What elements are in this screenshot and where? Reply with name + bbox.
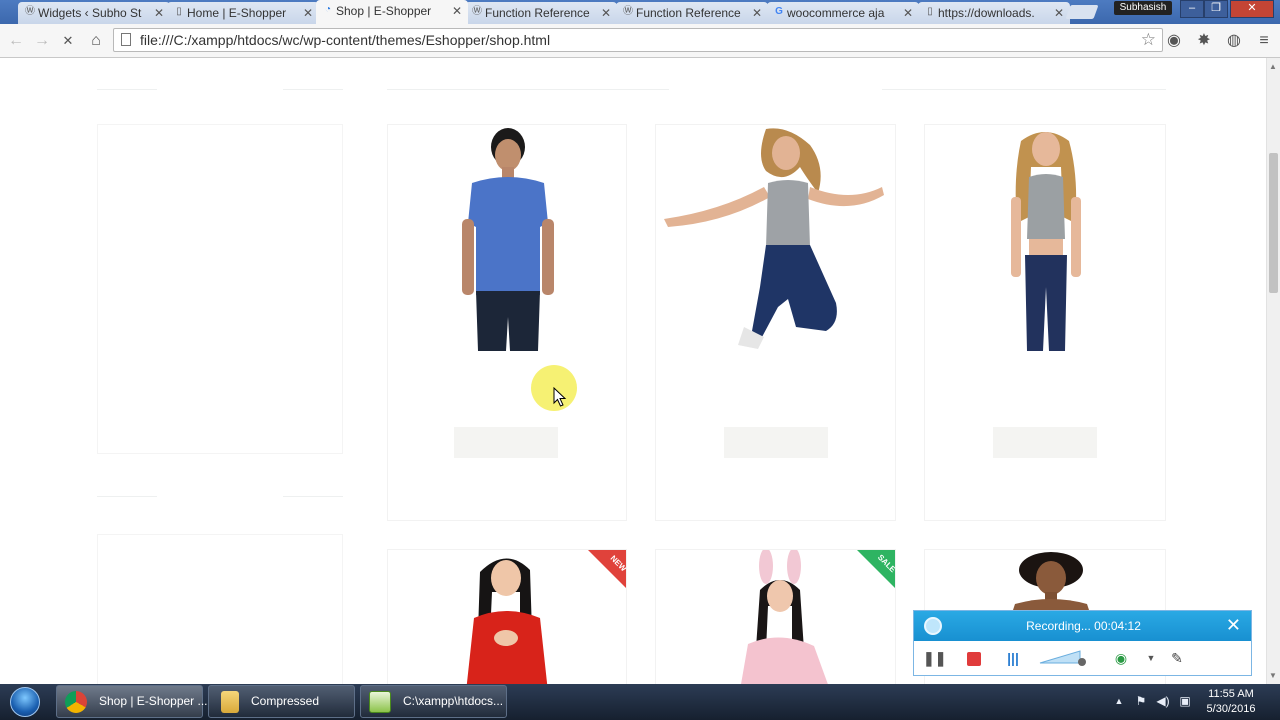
notepad-icon	[369, 691, 391, 713]
menu-icon[interactable]: ≡	[1254, 31, 1274, 51]
volume-icon[interactable]: ◀)	[1156, 694, 1170, 708]
product-image-woman-bunny	[741, 550, 828, 684]
product-card[interactable]: SALE	[655, 549, 896, 684]
screen-recorder-widget: Recording... 00:04:12 ✕ ❚❚ ||| ◉ ▼ ✎	[913, 610, 1252, 676]
taskbar-item-chrome[interactable]: Shop | E-Shopper ...	[56, 685, 208, 718]
profile-button[interactable]: Subhasish	[1114, 1, 1172, 15]
product-image-woman-jumping	[664, 128, 884, 349]
wordpress-icon: Ⓦ	[25, 6, 35, 17]
divider	[97, 89, 157, 90]
taskbar-item-explorer[interactable]: Compressed	[208, 685, 355, 718]
stop-icon[interactable]	[963, 647, 985, 669]
url-text[interactable]: file:///C:/xampp/htdocs/wc/wp-content/th…	[140, 29, 550, 51]
divider	[283, 89, 343, 90]
product-image-man	[462, 128, 554, 351]
maximize-icon[interactable]: ❐	[1204, 0, 1228, 18]
close-tab-icon[interactable]: ✕	[752, 6, 762, 20]
system-clock[interactable]: 11:55 AM 5/30/2016	[1200, 687, 1262, 717]
stop-loading-icon[interactable]: ✕	[58, 31, 78, 51]
product-card[interactable]	[655, 124, 896, 521]
taskbar-item-notepad[interactable]: C:\xampp\htdocs...	[360, 685, 507, 718]
close-tab-icon[interactable]: ✕	[452, 4, 462, 18]
close-tab-icon[interactable]: ✕	[303, 6, 313, 20]
close-tab-icon[interactable]: ✕	[601, 6, 611, 20]
bookmark-star-icon[interactable]: ☆	[1141, 30, 1156, 50]
page-icon: ▯	[176, 6, 182, 17]
tab-home-eshopper[interactable]: ▯ Home | E-Shopper ✕	[167, 2, 319, 24]
product-card[interactable]: NEW	[387, 549, 627, 684]
minimize-icon[interactable]: ‒	[1180, 0, 1204, 18]
pencil-icon[interactable]: ✎	[1166, 647, 1188, 669]
close-tab-icon[interactable]: ✕	[1054, 6, 1064, 20]
back-icon[interactable]: ←	[6, 31, 26, 51]
wordpress-icon: Ⓦ	[472, 6, 482, 17]
add-to-cart-button[interactable]	[454, 427, 558, 458]
scroll-down-icon[interactable]: ▼	[1269, 671, 1277, 680]
tab-function-reference-1[interactable]: Ⓦ Function Reference ✕	[465, 2, 617, 24]
windows-taskbar: Shop | E-Shopper ... Compressed C:\xampp…	[0, 684, 1280, 720]
pause-icon[interactable]: ❚❚	[923, 647, 946, 669]
forward-icon[interactable]: →	[32, 31, 52, 51]
folder-icon	[221, 691, 239, 713]
sale-badge: SALE	[857, 550, 895, 588]
recording-status: Recording... 00:04:12	[1026, 619, 1141, 633]
browser-toolbar: ← → ✕ ⌂ file:///C:/xampp/htdocs/wc/wp-co…	[0, 24, 1280, 58]
product-image-woman-standing	[1011, 132, 1081, 351]
chevron-down-icon[interactable]: ▼	[1140, 647, 1162, 669]
extension-globe-icon[interactable]: ◍	[1224, 31, 1244, 51]
page-icon	[121, 33, 131, 46]
wordpress-icon: Ⓦ	[623, 6, 633, 17]
windows-start-icon	[10, 687, 40, 717]
add-to-cart-button[interactable]	[724, 427, 828, 458]
google-icon: G	[775, 6, 783, 17]
address-bar[interactable]: file:///C:/xampp/htdocs/wc/wp-content/th…	[113, 28, 1163, 52]
mouse-cursor-icon	[553, 387, 567, 407]
tab-function-reference-2[interactable]: Ⓦ Function Reference ✕	[616, 2, 768, 24]
tab-shop-eshopper[interactable]: ◔ Shop | E-Shopper ✕	[316, 0, 468, 24]
volume-slider[interactable]	[1038, 647, 1088, 669]
sidebar-panel	[97, 124, 343, 454]
close-tab-icon[interactable]: ✕	[903, 6, 913, 20]
product-image-woman-red-dress	[466, 558, 548, 684]
new-badge: NEW	[588, 550, 626, 588]
divider	[387, 89, 669, 90]
add-to-cart-button[interactable]	[993, 427, 1097, 458]
window-close-icon[interactable]: ✕	[1230, 0, 1274, 18]
close-tab-icon[interactable]: ✕	[154, 6, 164, 20]
product-card[interactable]	[924, 124, 1166, 521]
chrome-icon	[65, 691, 87, 713]
scrollbar-thumb[interactable]	[1269, 153, 1278, 293]
tab-widgets[interactable]: Ⓦ Widgets ‹ Subho St ✕	[18, 2, 170, 24]
tab-downloads[interactable]: ▯ https://downloads. ✕	[918, 2, 1070, 24]
action-center-icon[interactable]: ⚑	[1134, 694, 1148, 708]
page-icon: ▯	[927, 6, 933, 17]
scroll-up-icon[interactable]: ▲	[1269, 62, 1277, 71]
webcam-icon[interactable]: ◉	[1110, 647, 1132, 669]
recorder-controls: ❚❚ ||| ◉ ▼ ✎	[914, 641, 1251, 675]
recorder-header: Recording... 00:04:12 ✕	[914, 611, 1251, 641]
shop-page: NEW SALE	[0, 58, 1266, 684]
product-card[interactable]	[387, 124, 627, 521]
divider	[283, 496, 343, 497]
browser-tab-strip: Ⓦ Widgets ‹ Subho St ✕ ▯ Home | E-Shoppe…	[0, 0, 1280, 24]
audio-levels-icon[interactable]: |||	[1002, 647, 1024, 669]
extension-puzzle-icon[interactable]: ✸	[1194, 31, 1214, 51]
divider	[97, 496, 157, 497]
start-button[interactable]	[4, 685, 46, 719]
close-icon[interactable]: ✕	[1226, 615, 1241, 635]
sidebar-panel	[97, 534, 343, 684]
tray-expand-icon[interactable]: ▲	[1112, 694, 1126, 708]
home-icon[interactable]: ⌂	[86, 31, 106, 51]
network-icon[interactable]: ▣	[1178, 694, 1192, 708]
extension-icon[interactable]: ◉	[1164, 31, 1184, 51]
loading-icon: ◔	[324, 4, 332, 15]
divider	[882, 89, 1166, 90]
page-scrollbar[interactable]: ▲ ▼	[1266, 58, 1280, 684]
tab-woocommerce-ajax[interactable]: G woocommerce aja ✕	[767, 2, 919, 24]
new-tab-button[interactable]	[1065, 5, 1099, 19]
